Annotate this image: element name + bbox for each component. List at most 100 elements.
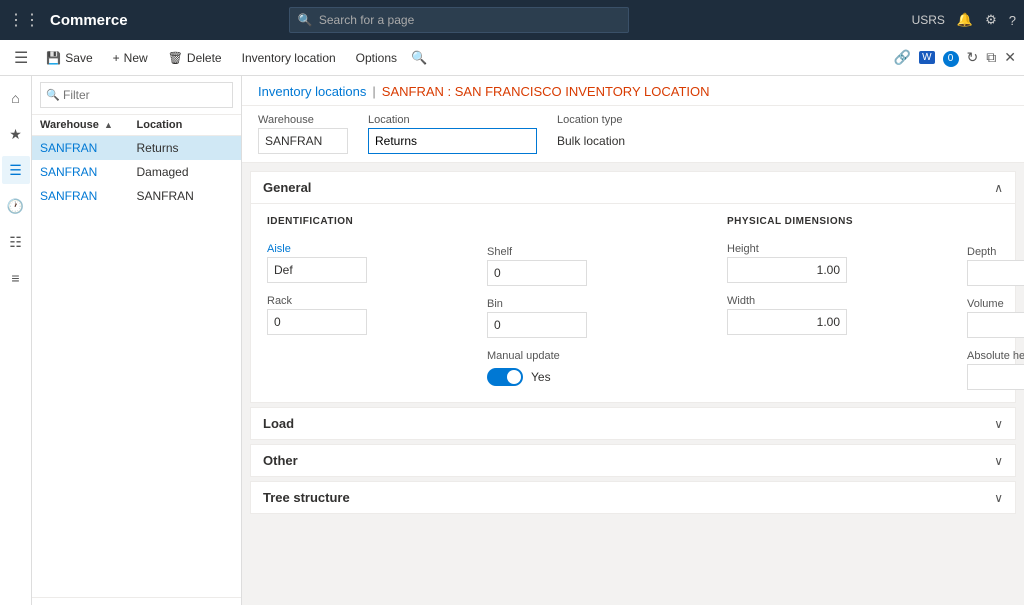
depth-input[interactable] [967,260,1024,286]
general-content: IDENTIFICATION Aisle Rack [251,204,1015,402]
bin-input[interactable] [487,312,587,338]
sort-icon: ▲ [104,120,113,130]
rack-input[interactable] [267,309,367,335]
tree-structure-section: Tree structure ∨ [250,481,1016,514]
breadcrumb-link[interactable]: Inventory locations [258,84,366,99]
warehouse-value: SANFRAN [258,128,348,154]
word-icon[interactable]: W [919,51,934,64]
notifications-icon[interactable]: 🔔 [957,12,973,28]
sections: General ∧ IDENTIFICATION Aisle [242,163,1024,522]
sidebar-list-icon[interactable]: ☰ [2,156,30,184]
location-field: Location [368,114,537,154]
other-chevron-icon: ∨ [994,454,1003,468]
list-rows: SANFRAN Returns SANFRAN Damaged SANFRAN … [32,136,241,597]
warehouse-label: Warehouse [258,114,348,126]
manual-update-label: Manual update [487,350,647,362]
main-layout: ⌂ ★ ☰ 🕐 ☷ ≡ 🔍 Warehouse ▲ Location SANFR… [0,76,1024,605]
sidebar-grid-icon[interactable]: ☷ [2,228,30,256]
absolute-height-field: Absolute height [967,350,1024,390]
load-section-header[interactable]: Load ∨ [251,408,1015,439]
manual-update-toggle[interactable] [487,368,523,386]
app-title: Commerce [50,12,128,29]
global-search[interactable]: 🔍 Search for a page [289,7,629,33]
filter-icon: 🔍 [46,89,60,102]
load-section: Load ∨ [250,407,1016,440]
delete-button[interactable]: 🗑 Delete [160,44,230,72]
save-icon: 💾 [46,51,61,65]
list-scrollbar[interactable] [32,597,241,605]
width-input[interactable] [727,309,847,335]
width-label: Width [727,295,927,307]
refresh-icon[interactable]: ↻ [967,49,979,66]
bin-label: Bin [487,298,647,310]
username-label: USRS [912,13,945,27]
aisle-input[interactable] [267,257,367,283]
depth-label: Depth [967,246,1024,258]
row-location: Damaged [137,165,234,179]
list-item[interactable]: SANFRAN Returns [32,136,241,160]
col1-header[interactable]: Warehouse ▲ [40,119,137,131]
tree-structure-section-header[interactable]: Tree structure ∨ [251,482,1015,513]
identification-col: IDENTIFICATION Aisle Rack [267,216,447,390]
aisle-label[interactable]: Aisle [267,243,447,255]
toggle-value-label: Yes [531,370,551,384]
manual-update-toggle-wrap: Yes [487,368,647,386]
breadcrumb-current: SANFRAN : SAN FRANCISCO INVENTORY LOCATI… [382,84,710,99]
badge-icon[interactable]: 0 [943,48,959,67]
apps-icon[interactable]: ⋮⋮ [8,10,40,30]
breadcrumb-separator: | [372,84,375,99]
action-bar-right-icons: 🔗 W 0 ↻ ⧉ ✕ [894,48,1016,67]
detail-panel: Inventory locations | SANFRAN : SAN FRAN… [242,76,1024,605]
load-title: Load [263,416,994,431]
volume-label: Volume [967,298,1024,310]
rack-label: Rack [267,295,447,307]
hamburger-icon[interactable]: ☰ [8,48,34,68]
link-icon[interactable]: 🔗 [894,49,911,66]
header-fields: Warehouse SANFRAN Location Location type… [242,106,1024,163]
shelf-input[interactable] [487,260,587,286]
general-section: General ∧ IDENTIFICATION Aisle [250,171,1016,403]
height-input[interactable] [727,257,847,283]
location-input[interactable] [368,128,537,154]
aisle-field: Aisle [267,243,447,283]
sidebar-home-icon[interactable]: ⌂ [2,84,30,112]
sidebar-star-icon[interactable]: ★ [2,120,30,148]
new-button[interactable]: + New [105,44,156,72]
volume-input[interactable] [967,312,1024,338]
row-location: Returns [137,141,234,155]
gear-icon[interactable]: ⚙ [985,12,997,28]
list-item[interactable]: SANFRAN SANFRAN [32,184,241,208]
sidebar-icons: ⌂ ★ ☰ 🕐 ☷ ≡ [0,76,32,605]
breadcrumb-bar: Inventory locations | SANFRAN : SAN FRAN… [242,76,1024,106]
manual-update-field: Manual update Yes [487,350,647,386]
close-icon[interactable]: ✕ [1004,49,1016,66]
absolute-height-label: Absolute height [967,350,1024,362]
filter-input[interactable] [40,82,233,108]
save-button[interactable]: 💾 Save [38,44,100,72]
help-icon[interactable]: ? [1009,13,1016,28]
depth-field: Depth [967,246,1024,286]
list-panel: 🔍 Warehouse ▲ Location SANFRAN Returns S… [32,76,242,605]
inventory-location-button[interactable]: Inventory location [234,44,344,72]
physical-dim-title: PHYSICAL DIMENSIONS [727,216,927,227]
search-icon-action[interactable]: 🔍 [411,50,427,66]
general-section-header[interactable]: General ∧ [251,172,1015,204]
delete-icon: 🗑 [168,51,183,65]
sidebar-clock-icon[interactable]: 🕐 [2,192,30,220]
depth-vol-col: Depth Volume Absolute height [967,216,1024,390]
open-new-icon[interactable]: ⧉ [986,49,996,66]
row-location: SANFRAN [137,189,234,203]
location-type-field: Location type Bulk location [557,114,625,154]
tree-structure-chevron-icon: ∨ [994,491,1003,505]
new-icon: + [113,51,120,65]
sidebar-lines-icon[interactable]: ≡ [2,264,30,292]
options-button[interactable]: Options [348,44,405,72]
list-item[interactable]: SANFRAN Damaged [32,160,241,184]
general-grid: IDENTIFICATION Aisle Rack [267,216,999,390]
general-chevron-icon: ∧ [994,181,1003,195]
physical-dim-col: PHYSICAL DIMENSIONS Height Width [727,216,927,390]
rack-field: Rack [267,295,447,335]
breadcrumb: Inventory locations | SANFRAN : SAN FRAN… [258,84,1008,99]
other-section-header[interactable]: Other ∨ [251,445,1015,476]
absolute-height-input[interactable] [967,364,1024,390]
